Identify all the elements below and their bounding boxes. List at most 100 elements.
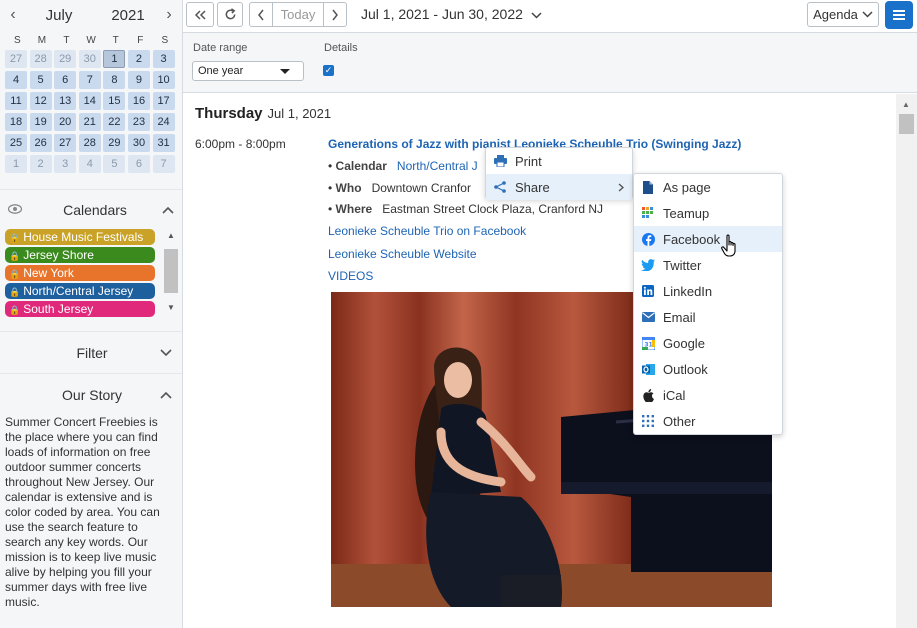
share-item-other[interactable]: Other (634, 408, 782, 434)
mini-calendar-day[interactable]: 23 (127, 113, 150, 131)
today-button[interactable]: Today (272, 2, 324, 27)
mini-calendar-day[interactable]: 25 (5, 134, 27, 152)
website-link[interactable]: Leonieke Scheuble Website (328, 247, 477, 261)
filter-header[interactable]: Filter (0, 331, 182, 373)
mini-calendar-day[interactable]: 18 (5, 113, 27, 131)
calendar-item[interactable]: 🔒 House Music Festivals (5, 229, 155, 245)
google-icon: 31 (641, 336, 655, 350)
mini-calendar-day[interactable]: 10 (152, 71, 175, 89)
mini-calendar-day[interactable]: 27 (54, 134, 77, 152)
share-menu-item[interactable]: Share (486, 174, 632, 200)
mini-calendar-year[interactable]: 2021 (98, 7, 158, 24)
calendar-item[interactable]: 🔒 South Jersey (5, 301, 155, 317)
mini-calendar-day[interactable]: 6 (127, 155, 150, 173)
mini-calendar-day[interactable]: 24 (152, 113, 175, 131)
next-month-button[interactable]: › (162, 6, 176, 24)
date-range-picker[interactable]: Jul 1, 2021 - Jun 30, 2022 (361, 6, 542, 22)
mini-calendar-day[interactable]: 2 (127, 50, 150, 68)
mini-calendar-day[interactable]: 2 (29, 155, 52, 173)
caret-down-icon (280, 69, 290, 74)
mini-calendar-day[interactable]: 9 (127, 71, 150, 89)
calendar-item[interactable]: 🔒 Jersey Shore (5, 247, 155, 263)
prev-button[interactable] (249, 2, 273, 27)
lock-icon: 🔒 (9, 269, 21, 279)
refresh-button[interactable] (217, 2, 243, 27)
mini-calendar-day[interactable]: 8 (103, 71, 126, 89)
eye-icon[interactable] (7, 202, 28, 217)
chevron-down-icon[interactable] (160, 345, 172, 360)
mini-calendar-day[interactable]: 26 (29, 134, 52, 152)
main-scrollbar[interactable]: ▲ (896, 94, 917, 628)
share-item-linkedin[interactable]: LinkedIn (634, 278, 782, 304)
chevron-up-icon[interactable] (160, 387, 172, 402)
story-header[interactable]: Our Story (0, 373, 182, 415)
scroll-up-icon[interactable]: ▲ (902, 100, 910, 109)
share-item-label: Other (663, 413, 696, 429)
share-item-teamup[interactable]: Teamup (634, 200, 782, 226)
details-checkbox[interactable]: ✓ (323, 65, 334, 76)
mini-calendar-day[interactable]: 7 (78, 71, 101, 89)
main-menu-button[interactable] (885, 1, 913, 29)
date-range-select-value: One year (198, 65, 244, 77)
facebook-link[interactable]: Leonieke Scheuble Trio on Facebook (328, 224, 526, 238)
mini-calendar-month[interactable]: July (24, 7, 94, 24)
mini-calendar-day[interactable]: 28 (78, 134, 101, 152)
mini-calendar-day[interactable]: 12 (29, 92, 52, 110)
mini-calendar-day[interactable]: 15 (103, 92, 126, 110)
share-item-email[interactable]: Email (634, 304, 782, 330)
mini-calendar-day[interactable]: 30 (127, 134, 150, 152)
mini-calendar-day[interactable]: 22 (103, 113, 126, 131)
date-range-select[interactable]: One year (192, 61, 304, 81)
hamburger-icon (893, 10, 905, 20)
mini-calendar-day[interactable]: 28 (29, 50, 52, 68)
mini-calendar-day[interactable]: 29 (54, 50, 77, 68)
mini-calendar-today[interactable]: 1 (103, 50, 126, 68)
calendar-list-scrollbar[interactable]: ▲ ▼ (163, 229, 180, 317)
mini-calendar-day[interactable]: 13 (54, 92, 77, 110)
mini-calendar-day[interactable]: 29 (103, 134, 126, 152)
calendars-header[interactable]: Calendars (0, 189, 182, 229)
mini-calendar-day[interactable]: 3 (54, 155, 77, 173)
mini-calendar-day[interactable]: 21 (78, 113, 101, 131)
mini-calendar-day[interactable]: 5 (103, 155, 126, 173)
prev-month-button[interactable]: ‹ (6, 6, 20, 24)
calendar-item[interactable]: 🔒 New York (5, 265, 155, 281)
filter-title: Filter (76, 344, 108, 361)
scroll-up-icon[interactable]: ▲ (167, 231, 175, 240)
mini-calendar-day[interactable]: 3 (152, 50, 175, 68)
mini-calendar-day[interactable]: 6 (54, 71, 77, 89)
event-calendar-value[interactable]: North/Central J (397, 159, 478, 173)
share-item-outlook[interactable]: Outlook (634, 356, 782, 382)
mini-calendar-day[interactable]: 16 (127, 92, 150, 110)
mini-calendar-day[interactable]: 19 (29, 113, 52, 131)
videos-link[interactable]: VIDEOS (328, 269, 373, 283)
share-item-google[interactable]: 31 Google (634, 330, 782, 356)
scroll-thumb[interactable] (899, 114, 914, 134)
mini-calendar-day[interactable]: 4 (78, 155, 101, 173)
share-item-facebook[interactable]: Facebook (634, 226, 782, 252)
view-selector[interactable]: Agenda (807, 2, 879, 27)
share-item-as-page[interactable]: As page (634, 174, 782, 200)
mini-calendar-day[interactable]: 20 (54, 113, 77, 131)
jump-back-button[interactable] (186, 2, 214, 27)
mini-calendar-day[interactable]: 7 (152, 155, 175, 173)
mini-calendar-day[interactable]: 4 (5, 71, 27, 89)
mini-calendar-day[interactable]: 1 (5, 155, 27, 173)
scroll-thumb[interactable] (164, 249, 178, 293)
calendars-title: Calendars (63, 201, 127, 218)
calendar-list: ▲ ▼ 🔒 House Music Festivals 🔒 Jersey Shore 🔒… (0, 229, 182, 317)
next-button[interactable] (323, 2, 347, 27)
scroll-down-icon[interactable]: ▼ (167, 303, 175, 312)
mini-calendar-day[interactable]: 5 (29, 71, 52, 89)
calendar-item[interactable]: 🔒 North/Central Jersey (5, 283, 155, 299)
chevron-up-icon[interactable] (162, 202, 174, 217)
mini-calendar-day[interactable]: 31 (152, 134, 175, 152)
print-menu-item[interactable]: Print (486, 148, 632, 174)
share-item-ical[interactable]: iCal (634, 382, 782, 408)
share-item-twitter[interactable]: Twitter (634, 252, 782, 278)
mini-calendar-day[interactable]: 27 (5, 50, 27, 68)
mini-calendar-day[interactable]: 30 (78, 50, 101, 68)
mini-calendar-day[interactable]: 17 (152, 92, 175, 110)
mini-calendar-day[interactable]: 11 (5, 92, 27, 110)
mini-calendar-day[interactable]: 14 (78, 92, 101, 110)
